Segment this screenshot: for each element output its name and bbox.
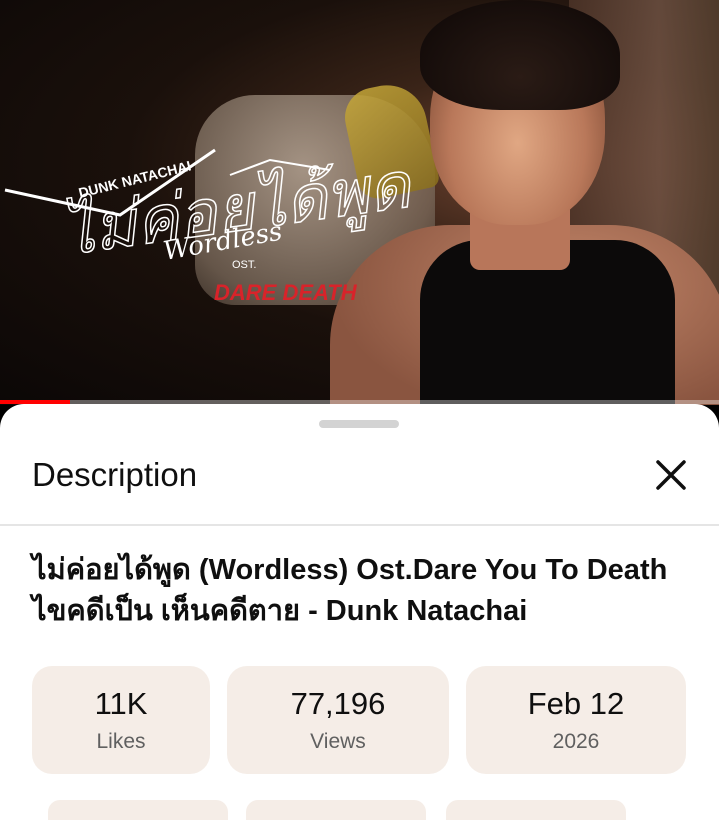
ost-label-art: OST. <box>232 259 256 271</box>
views-label: Views <box>310 730 366 753</box>
publish-year: 2026 <box>552 730 600 753</box>
sheet-divider <box>0 524 719 526</box>
views-count: 77,196 <box>290 686 386 721</box>
close-icon <box>656 460 686 490</box>
show-logo-art: DARE DEATH <box>214 280 358 305</box>
drag-handle[interactable] <box>319 420 399 428</box>
video-player[interactable]: DUNK NATACHAI ไม่ค่อยได้พูด Wordless OST… <box>0 0 719 405</box>
publish-date: Feb 12 <box>527 686 625 721</box>
likes-count: 11K <box>94 686 148 721</box>
description-sheet: Description ไม่ค่อยได้พูด (Wordless) Ost… <box>0 404 719 824</box>
next-chip[interactable] <box>48 800 228 820</box>
title-artwork: DUNK NATACHAI ไม่ค่อยได้พูด Wordless OST… <box>4 148 419 305</box>
next-chip[interactable] <box>246 800 426 820</box>
likes-stat: 11K Likes <box>32 666 210 774</box>
next-chip[interactable] <box>446 800 626 820</box>
stats-row: 11K Likes 77,196 Views Feb 12 2026 <box>0 666 719 774</box>
views-stat: 77,196 Views <box>227 666 449 774</box>
sheet-title: Description <box>32 456 198 493</box>
person-hair <box>420 0 620 110</box>
video-title: ไม่ค่อยได้พูด (Wordless) Ost.Dare You To… <box>32 550 692 632</box>
video-title-line-2: ไขคดีเป็น เห็นคดีตาย - Dunk Natachai <box>32 595 528 627</box>
likes-label: Likes <box>96 730 146 753</box>
close-button[interactable] <box>648 452 694 498</box>
date-stat: Feb 12 2026 <box>466 666 686 774</box>
video-title-line-1: ไม่ค่อยได้พูด (Wordless) Ost.Dare You To… <box>32 554 668 586</box>
